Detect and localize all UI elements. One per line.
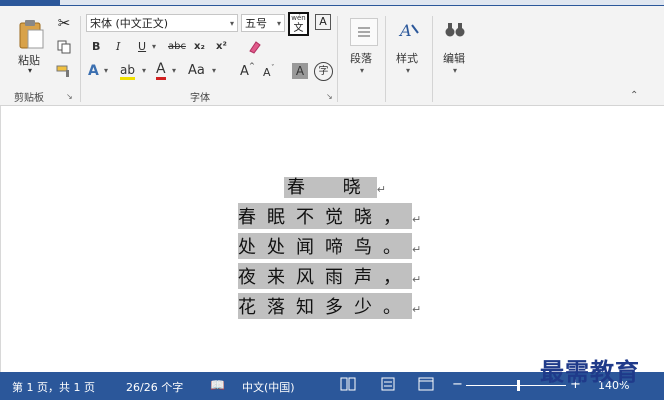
editing-label[interactable]: 编辑 xyxy=(443,50,465,66)
clear-formatting-icon[interactable] xyxy=(246,38,264,56)
collapse-ribbon-icon[interactable]: ⌃ xyxy=(630,90,638,101)
group-separator xyxy=(80,16,81,102)
grow-font-button[interactable]: A xyxy=(240,64,249,79)
text-effects-button[interactable]: A xyxy=(88,63,99,79)
paste-dropdown-icon[interactable]: ▾ xyxy=(28,66,32,75)
font-group-label: 字体 xyxy=(190,93,210,104)
poem-title-text: 春 晓 xyxy=(284,177,377,198)
web-layout-icon[interactable] xyxy=(418,377,434,394)
zoom-out-icon[interactable]: − xyxy=(452,377,463,392)
font-size-select[interactable]: 五号 ▾ xyxy=(241,14,285,32)
svg-text:A: A xyxy=(398,21,412,40)
document-canvas[interactable]: 春 晓↵ 春眠不觉晓，↵ 处处闻啼鸟。↵ 夜来风雨声，↵ 花落知多少。↵ xyxy=(0,106,664,372)
change-case-button[interactable]: Aa xyxy=(188,63,205,78)
font-dialog-launcher-icon[interactable]: ↘ xyxy=(326,92,333,101)
paragraph-dropdown-icon[interactable]: ▾ xyxy=(360,66,364,75)
tab-row-background xyxy=(60,0,664,5)
shrink-font-button[interactable]: A xyxy=(263,66,271,79)
character-shading-button[interactable]: A xyxy=(292,63,308,79)
copy-icon[interactable] xyxy=(55,38,73,56)
paragraph-mark: ↵ xyxy=(376,183,386,196)
styles-label[interactable]: 样式 xyxy=(396,50,418,66)
phonetic-guide-pinyin: wén xyxy=(291,14,306,22)
paragraph-mark: ↵ xyxy=(412,243,422,256)
text-effects-dropdown-icon[interactable]: ▾ xyxy=(104,66,108,75)
editing-dropdown-icon[interactable]: ▾ xyxy=(453,66,457,75)
poem-line[interactable]: 花落知多少。↵ xyxy=(238,293,421,319)
word-count[interactable]: 26/26 个字 xyxy=(126,379,183,395)
paragraph-mark: ↵ xyxy=(412,273,422,286)
font-color-button[interactable]: A xyxy=(156,62,166,80)
group-separator xyxy=(385,16,386,102)
clipboard-group-label: 剪贴板 xyxy=(14,93,44,104)
underline-dropdown-icon[interactable]: ▾ xyxy=(152,42,156,51)
poem-line-text: 春眠不觉晓， xyxy=(238,207,412,228)
ribbon: 粘贴 ▾ ✂ 剪贴板 ↘ 宋体 (中文正文) ▾ 五号 ▾ wén 文 A B … xyxy=(0,6,664,106)
subscript-button[interactable]: x₂ xyxy=(194,41,205,52)
print-layout-icon[interactable] xyxy=(380,377,396,394)
change-case-dropdown-icon[interactable]: ▾ xyxy=(212,66,216,75)
character-border-button[interactable]: A xyxy=(315,14,331,30)
paragraph-mark: ↵ xyxy=(412,213,422,226)
poem-title[interactable]: 春 晓↵ xyxy=(284,173,386,199)
highlight-dropdown-icon[interactable]: ▾ xyxy=(142,66,146,75)
paragraph-icon[interactable] xyxy=(350,18,378,46)
group-separator xyxy=(337,16,338,102)
superscript-button[interactable]: x² xyxy=(216,41,227,52)
strikethrough-button[interactable]: abc xyxy=(168,41,186,52)
chevron-down-icon: ▾ xyxy=(276,19,281,28)
group-separator xyxy=(432,16,433,102)
bold-button[interactable]: B xyxy=(92,40,100,53)
format-painter-icon[interactable] xyxy=(55,62,73,80)
phonetic-guide-char: 文 xyxy=(293,23,304,34)
poem-line[interactable]: 处处闻啼鸟。↵ xyxy=(238,233,421,259)
font-color-dropdown-icon[interactable]: ▾ xyxy=(172,66,176,75)
paste-icon[interactable] xyxy=(14,16,48,52)
italic-button[interactable]: I xyxy=(116,40,120,53)
grow-font-icon: ^ xyxy=(249,62,255,70)
zoom-slider-thumb[interactable] xyxy=(517,380,520,391)
read-mode-icon[interactable] xyxy=(340,377,356,394)
enclose-characters-button[interactable]: 字 xyxy=(314,62,333,81)
highlight-color-button[interactable]: ab xyxy=(120,63,135,80)
chevron-down-icon: ▾ xyxy=(229,19,234,28)
font-size-value: 五号 xyxy=(245,17,267,30)
poem-line-text: 处处闻啼鸟。 xyxy=(238,237,412,258)
poem-line-text: 花落知多少。 xyxy=(238,297,412,318)
paragraph-mark: ↵ xyxy=(412,303,422,316)
page-count[interactable]: 第 1 页，共 1 页 xyxy=(12,379,95,395)
styles-dropdown-icon[interactable]: ▾ xyxy=(406,66,410,75)
poem-line[interactable]: 春眠不觉晓，↵ xyxy=(238,203,421,229)
shrink-font-icon: ˇ xyxy=(271,64,275,72)
phonetic-guide-button[interactable]: wén 文 xyxy=(288,12,309,36)
font-name-value: 宋体 (中文正文) xyxy=(90,17,169,30)
proofing-icon[interactable]: 📖 xyxy=(210,378,225,392)
cut-icon[interactable]: ✂ xyxy=(55,14,73,32)
poem-line[interactable]: 夜来风雨声，↵ xyxy=(238,263,421,289)
font-name-select[interactable]: 宋体 (中文正文) ▾ xyxy=(86,14,238,32)
underline-button[interactable]: U xyxy=(138,40,146,53)
styles-icon[interactable]: A xyxy=(396,16,422,44)
clipboard-dialog-launcher-icon[interactable]: ↘ xyxy=(66,92,73,101)
binoculars-icon[interactable] xyxy=(442,16,468,44)
paragraph-label[interactable]: 段落 xyxy=(350,50,372,66)
watermark-logo: 最需教育 xyxy=(540,357,640,386)
poem-line-text: 夜来风雨声， xyxy=(238,267,412,288)
language-indicator[interactable]: 中文(中国) xyxy=(242,379,295,395)
